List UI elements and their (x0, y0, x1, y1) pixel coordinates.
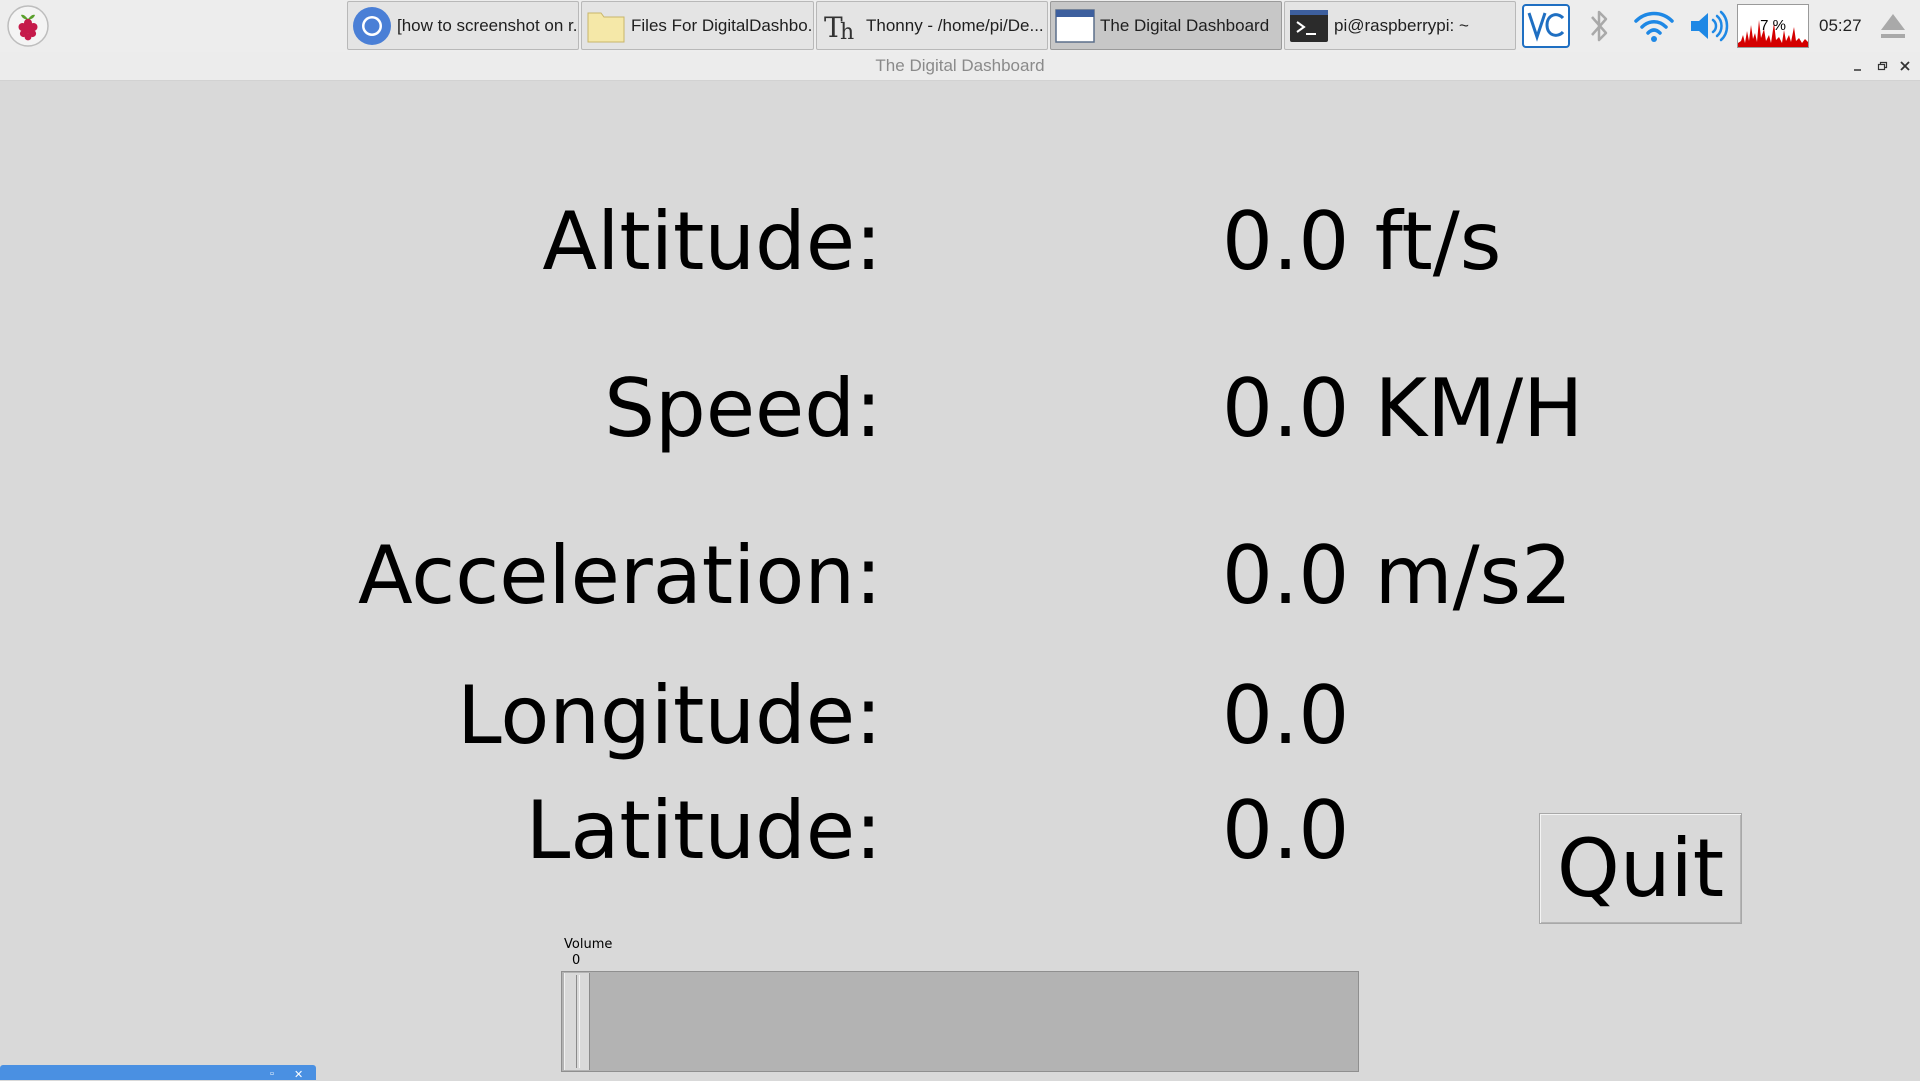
volume-slider-handle[interactable] (564, 973, 590, 1070)
background-window-titlebar[interactable]: ▫ ✕ (0, 1065, 316, 1081)
cpu-monitor[interactable]: 7 % (1737, 4, 1809, 48)
window-icon (1055, 8, 1095, 43)
dashboard-content: Altitude: 0.0 ft/s Speed: 0.0 KM/H Accel… (0, 81, 1920, 1080)
taskbar-item-label: Files For DigitalDashbo... (631, 15, 813, 35)
altitude-value: 0.0 ft/s (1222, 195, 1502, 288)
acceleration-value: 0.0 m/s2 (1222, 529, 1573, 622)
window-titlebar[interactable]: The Digital Dashboard (0, 52, 1920, 81)
wifi-icon[interactable] (1632, 4, 1676, 48)
taskbar-item-browser[interactable]: [how to screenshot on r... (347, 1, 579, 50)
altitude-label: Altitude: (542, 195, 882, 288)
terminal-icon (1290, 9, 1328, 42)
eject-icon[interactable] (1876, 4, 1910, 48)
minimize-icon[interactable] (1848, 56, 1868, 76)
taskbar-item-label: The Digital Dashboard (1100, 15, 1270, 35)
clock[interactable]: 05:27 (1819, 0, 1862, 52)
chromium-icon (353, 6, 391, 45)
close-icon[interactable] (1895, 56, 1915, 76)
taskbar-item-label: pi@raspberrypi: ~ (1334, 15, 1469, 35)
quit-button[interactable]: Quit (1539, 813, 1742, 924)
cpu-percent: 7 % (1760, 17, 1786, 34)
volume-value: 0 (572, 953, 581, 968)
taskbar-item-file-manager[interactable]: Files For DigitalDashbo... (581, 1, 814, 50)
latitude-value: 0.0 (1222, 784, 1350, 877)
acceleration-label: Acceleration: (357, 529, 882, 622)
longitude-value: 0.0 (1222, 669, 1350, 762)
taskbar-item-thonny[interactable]: T h Thonny - /home/pi/De... (816, 1, 1048, 50)
close-icon[interactable]: ✕ (294, 1068, 303, 1081)
window-title: The Digital Dashboard (875, 56, 1045, 75)
speed-label: Speed: (604, 362, 882, 455)
folder-icon (587, 12, 625, 42)
bluetooth-icon[interactable] (1584, 4, 1614, 48)
vnc-icon[interactable] (1522, 4, 1570, 48)
taskbar-item-label: Thonny - /home/pi/De... (866, 15, 1044, 35)
svg-text:h: h (840, 20, 854, 45)
taskbar: [how to screenshot on r... Files For Dig… (0, 0, 1920, 53)
taskbar-item-label: [how to screenshot on r... (397, 15, 578, 35)
taskbar-item-digital-dashboard[interactable]: The Digital Dashboard (1050, 1, 1282, 50)
speaker-icon[interactable] (1686, 4, 1730, 48)
latitude-label: Latitude: (525, 784, 882, 877)
longitude-label: Longitude: (457, 669, 882, 762)
volume-label: Volume (564, 937, 613, 952)
maximize-icon[interactable]: ▫ (270, 1068, 274, 1080)
raspberry-pi-menu-icon[interactable] (6, 4, 50, 48)
maximize-icon[interactable] (1872, 56, 1892, 76)
speed-value: 0.0 KM/H (1222, 362, 1584, 455)
taskbar-item-terminal[interactable]: pi@raspberrypi: ~ (1284, 1, 1516, 50)
volume-slider[interactable] (561, 971, 1359, 1072)
thonny-icon: T h (824, 11, 854, 45)
